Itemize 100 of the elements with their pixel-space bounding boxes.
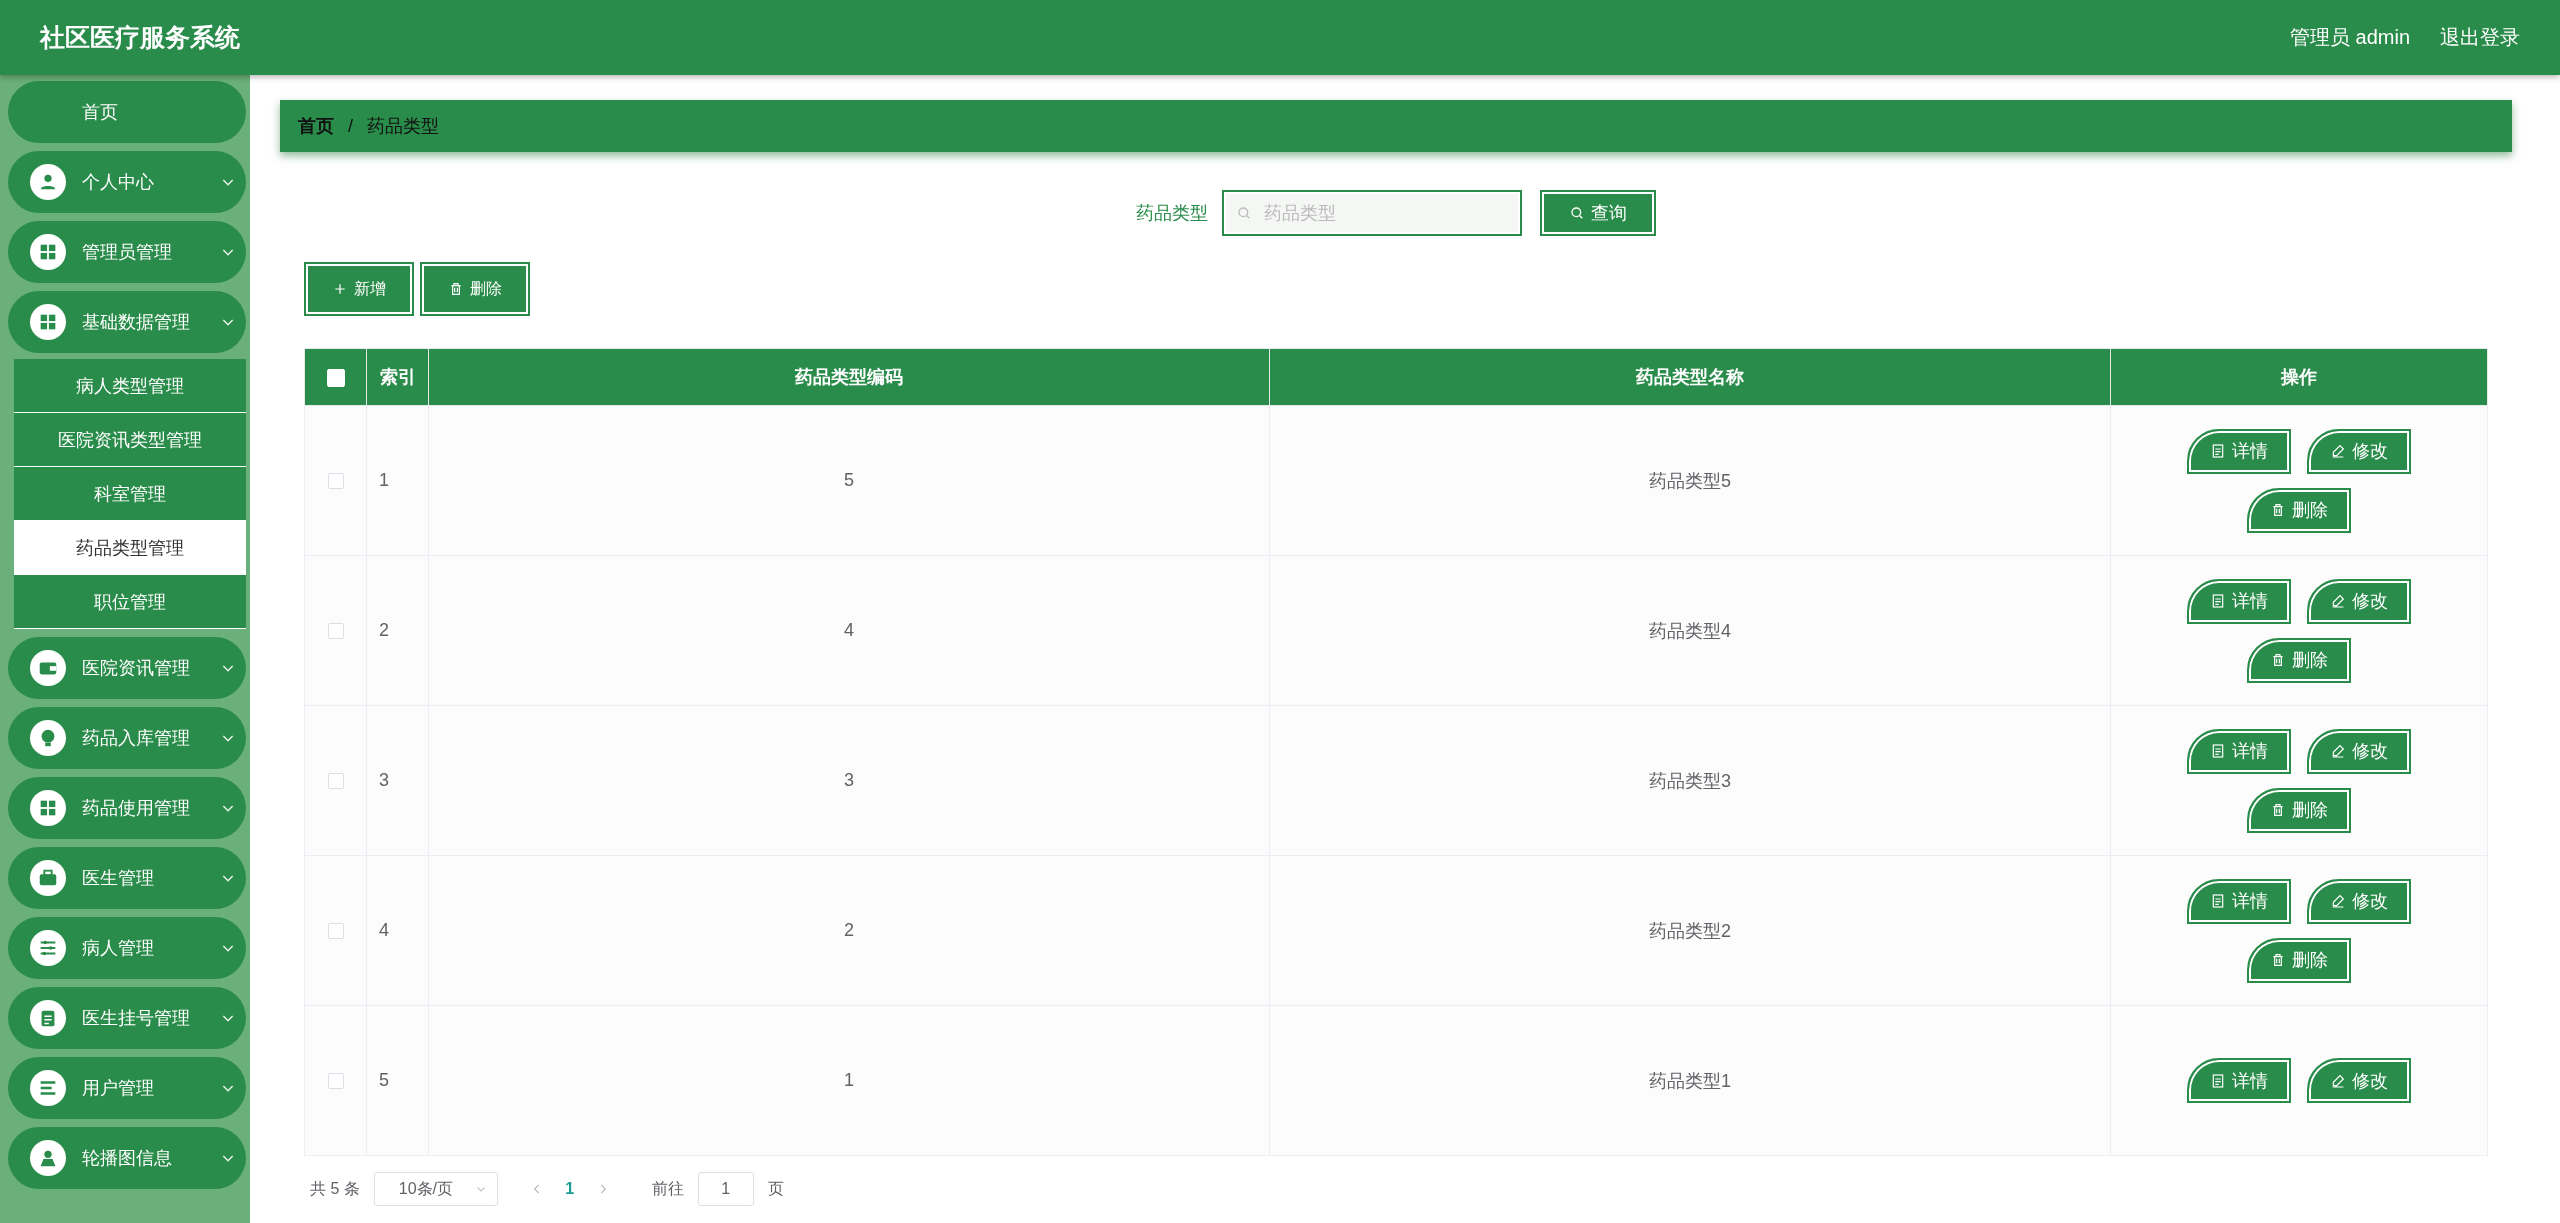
table-cell: 4 — [366, 855, 429, 1006]
search-field[interactable]: 药品类型 — [1222, 190, 1522, 236]
breadcrumb-separator: / — [348, 115, 353, 137]
menu-item[interactable]: 管理员管理 — [8, 221, 246, 283]
delete-button[interactable]: 删除 — [2247, 637, 2351, 683]
grid-icon — [30, 234, 66, 270]
delete-button[interactable]: 删除 — [2247, 937, 2351, 983]
page-size-select[interactable]: 10条/页 — [373, 1172, 498, 1206]
table-cell: 5 — [428, 405, 1270, 556]
edit-button[interactable]: 修改 — [2307, 428, 2411, 474]
app-title: 社区医疗服务系统 — [40, 22, 240, 53]
submenu-item[interactable]: 医院资讯类型管理 — [14, 413, 246, 467]
menu-item[interactable]: 医院资讯管理 — [8, 637, 246, 699]
user-icon — [30, 164, 66, 200]
edit-button[interactable]: 修改 — [2307, 1058, 2411, 1103]
user-label: 管理员 admin — [2289, 25, 2410, 50]
add-button[interactable]: 新增 — [304, 262, 414, 316]
page-unit-label: 页 — [767, 1178, 784, 1199]
detail-button[interactable]: 详情 — [2187, 728, 2291, 774]
wallet-icon — [30, 650, 66, 686]
table-cell: 药品类型4 — [1269, 555, 2111, 706]
column-header: 操作 — [2110, 348, 2488, 406]
search-label: 药品类型 — [1136, 202, 1208, 225]
clipboard-icon — [30, 1000, 66, 1036]
edit-button[interactable]: 修改 — [2307, 878, 2411, 924]
row-checkbox[interactable] — [327, 1073, 344, 1090]
submenu-item[interactable]: 药品类型管理 — [14, 521, 246, 575]
menu-item[interactable]: 药品使用管理 — [8, 777, 246, 839]
document-icon — [2210, 443, 2226, 459]
grid-icon — [30, 790, 66, 826]
goto-page-field[interactable]: 1 — [697, 1172, 754, 1206]
search-icon — [1569, 205, 1585, 221]
table-cell: 3 — [428, 705, 1270, 856]
row-checkbox[interactable] — [327, 773, 344, 790]
table-cell: 2 — [366, 555, 429, 706]
menu-item[interactable]: 医生管理 — [8, 847, 246, 909]
select-all-checkbox[interactable] — [326, 368, 345, 387]
submenu-item[interactable]: 病人类型管理 — [14, 359, 246, 413]
detail-button[interactable]: 详情 — [2187, 1058, 2291, 1103]
delete-button[interactable]: 删除 — [2247, 787, 2351, 833]
trash-icon — [2270, 952, 2286, 968]
grid-icon — [30, 304, 66, 340]
document-icon — [2210, 1072, 2226, 1089]
menu-item[interactable]: 首页 — [8, 81, 246, 143]
delete-button[interactable]: 删除 — [2247, 487, 2351, 533]
document-icon — [2210, 893, 2226, 909]
breadcrumb-link[interactable]: 首页 — [298, 114, 334, 138]
detail-button[interactable]: 详情 — [2187, 878, 2291, 924]
submenu-item[interactable]: 职位管理 — [14, 575, 246, 629]
table-cell: 2 — [428, 855, 1270, 1006]
list-icon — [30, 1070, 66, 1106]
submenu-item[interactable]: 科室管理 — [14, 467, 246, 521]
person-icon — [30, 1140, 66, 1176]
menu-item[interactable]: 病人管理 — [8, 917, 246, 979]
document-icon — [2210, 593, 2226, 609]
menu-item[interactable]: 医生挂号管理 — [8, 987, 246, 1049]
menu-item[interactable]: 个人中心 — [8, 151, 246, 213]
table-cell: 药品类型2 — [1269, 855, 2111, 1006]
menu-item[interactable]: 药品入库管理 — [8, 707, 246, 769]
pencil-icon — [2330, 593, 2346, 609]
briefcase-icon — [30, 860, 66, 896]
sliders-icon — [30, 930, 66, 966]
table-cell: 5 — [366, 1005, 429, 1156]
trash-icon — [2270, 652, 2286, 668]
edit-button[interactable]: 修改 — [2307, 728, 2411, 774]
detail-button[interactable]: 详情 — [2187, 428, 2291, 474]
bulb-icon — [30, 720, 66, 756]
goto-label: 前往 — [651, 1178, 684, 1199]
detail-button[interactable]: 详情 — [2187, 578, 2291, 624]
row-checkbox[interactable] — [327, 923, 344, 940]
row-checkbox[interactable] — [327, 473, 344, 490]
breadcrumb-current: 药品类型 — [367, 115, 439, 138]
column-header: 药品类型编码 — [428, 348, 1270, 406]
document-icon — [2210, 743, 2226, 759]
table-cell: 药品类型5 — [1269, 405, 2111, 556]
table-cell: 药品类型1 — [1269, 1005, 2111, 1156]
table-cell: 1 — [428, 1005, 1270, 1156]
row-checkbox[interactable] — [327, 623, 344, 640]
delete-button[interactable]: 删除 — [420, 262, 530, 316]
logout-link[interactable]: 退出登录 — [2440, 24, 2520, 51]
search-icon — [1236, 205, 1252, 221]
edit-button[interactable]: 修改 — [2307, 578, 2411, 624]
search-button[interactable]: 查询 — [1540, 190, 1656, 236]
trash-icon — [2270, 802, 2286, 818]
page-number[interactable]: 1 — [557, 1180, 582, 1198]
total-count: 共 5 条 — [310, 1178, 360, 1199]
trash-icon — [2270, 502, 2286, 518]
table-cell: 4 — [428, 555, 1270, 706]
menu-item[interactable]: 基础数据管理 — [8, 291, 246, 353]
menu-item[interactable]: 用户管理 — [8, 1057, 246, 1119]
plus-icon — [332, 281, 348, 297]
table-cell: 1 — [366, 405, 429, 556]
column-header: 索引 — [366, 348, 429, 406]
pencil-icon — [2330, 893, 2346, 909]
pencil-icon — [2330, 443, 2346, 459]
trash-icon — [448, 281, 464, 297]
pencil-icon — [2330, 1072, 2346, 1089]
pencil-icon — [2330, 743, 2346, 759]
menu-item[interactable]: 轮播图信息 — [8, 1127, 246, 1189]
table-cell: 3 — [366, 705, 429, 856]
